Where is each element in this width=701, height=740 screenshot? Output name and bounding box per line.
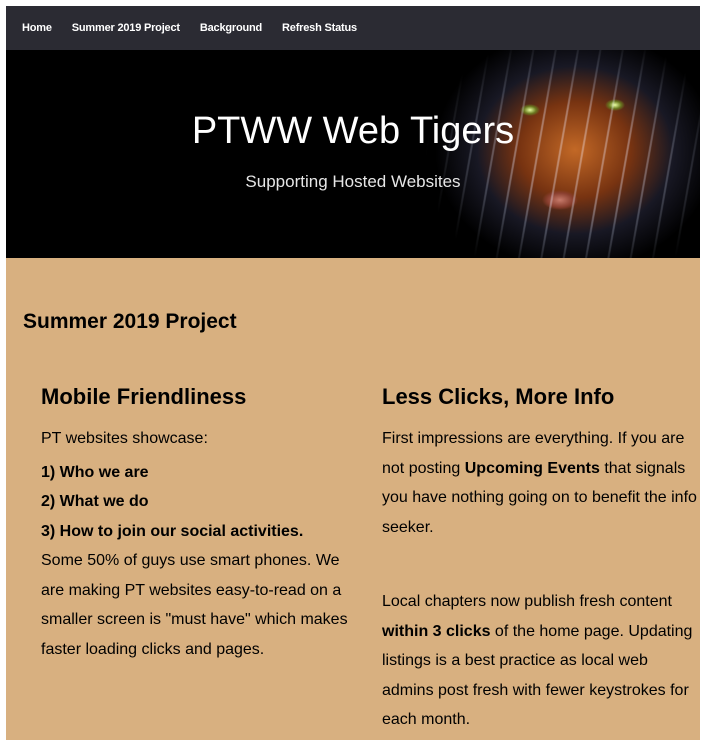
mobile-friendliness-heading: Mobile Friendliness <box>41 384 247 409</box>
site-title: PTWW Web Tigers <box>191 110 515 152</box>
less-clicks-heading: Less Clicks, More Info <box>382 384 615 409</box>
nav-home-link[interactable]: Home <box>22 22 52 34</box>
list-item-join: 3) How to join our social activities. <box>41 522 304 540</box>
less-clicks-column: Less Clicks, More Info First impressions… <box>382 384 700 735</box>
tiger-image <box>410 50 700 258</box>
upcoming-events-text: Upcoming Events <box>464 459 600 477</box>
nav-refresh-status-link[interactable]: Refresh Status <box>282 22 357 34</box>
showcase-intro: PT websites showcase: <box>41 430 208 447</box>
nav-summer-2019-link[interactable]: Summer 2019 Project <box>72 22 180 34</box>
local-chapters-text: Local chapters now publish fresh content <box>382 593 672 610</box>
site-subtitle: Supporting Hosted Websites <box>245 172 461 191</box>
hero-banner: PTWW Web Tigers Supporting Hosted Websit… <box>6 50 700 258</box>
top-nav: Home Summer 2019 Project Background Refr… <box>6 6 700 50</box>
within-3-clicks-text: within 3 clicks <box>382 622 491 640</box>
first-impressions-paragraph: First impressions are everything. If you… <box>382 424 700 542</box>
nav-background-link[interactable]: Background <box>200 22 262 34</box>
section-title: Summer 2019 Project <box>23 310 237 333</box>
list-item-what: 2) What we do <box>41 493 149 510</box>
list-item-who: 1) Who we are <box>41 463 149 481</box>
mobile-friendliness-column: Mobile Friendliness PT websites showcase… <box>41 384 361 664</box>
local-chapters-paragraph: Local chapters now publish fresh content… <box>382 587 700 735</box>
smart-phone-paragraph: Some 50% of guys use smart phones. We ar… <box>41 552 348 658</box>
